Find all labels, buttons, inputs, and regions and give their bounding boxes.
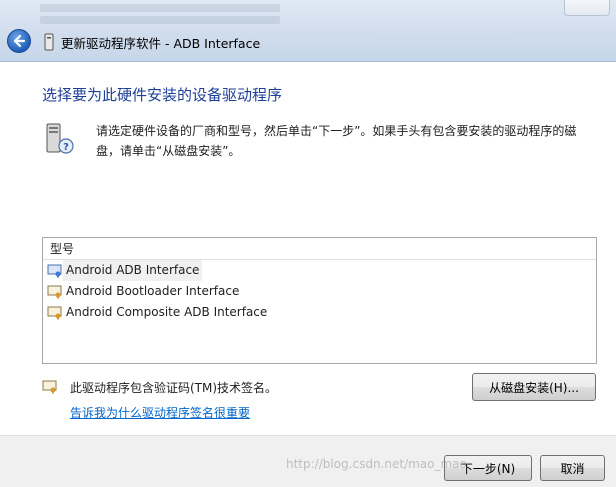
- svg-text:?: ?: [63, 142, 69, 153]
- instruction-text: 请选定硬件设备的厂商和型号，然后单击“下一步”。如果手头有包含要安装的驱动程序的…: [96, 124, 577, 158]
- model-list[interactable]: 型号 Android ADB Interface Android Bootloa…: [42, 237, 597, 364]
- background-window-ghost: [40, 0, 280, 28]
- cancel-button[interactable]: 取消: [540, 455, 605, 481]
- window-close-corner[interactable]: [564, 0, 610, 16]
- back-button[interactable]: [7, 29, 31, 53]
- list-item[interactable]: Android Composite ADB Interface: [43, 302, 596, 323]
- page-heading: 选择要为此硬件安装的设备驱动程序: [42, 86, 283, 104]
- have-disk-button[interactable]: 从磁盘安装(H)...: [472, 373, 596, 401]
- window-title: 更新驱动程序软件 - ADB Interface: [61, 36, 261, 51]
- signature-certificate-icon: [42, 380, 57, 394]
- driver-certificate-icon: [47, 264, 62, 278]
- signature-status-text: 此驱动程序包含验证码(TM)技术签名。: [70, 381, 278, 395]
- driver-certificate-icon: [47, 285, 62, 299]
- hardware-device-icon: ?: [46, 123, 74, 154]
- next-button[interactable]: 下一步(N): [444, 455, 532, 481]
- list-item[interactable]: Android Bootloader Interface: [43, 281, 596, 302]
- list-item-label: Android Bootloader Interface: [66, 284, 240, 298]
- driver-certificate-icon: [47, 306, 62, 320]
- device-tower-icon: [44, 33, 54, 51]
- footer-bar: 下一步(N) 取消: [0, 435, 616, 487]
- list-column-header[interactable]: 型号: [43, 238, 596, 260]
- list-item[interactable]: Android ADB Interface: [43, 260, 596, 281]
- back-arrow-icon: [13, 34, 26, 48]
- window-header: 更新驱动程序软件 - ADB Interface: [0, 0, 616, 62]
- list-item-label: Android ADB Interface: [63, 260, 203, 281]
- list-item-label: Android Composite ADB Interface: [66, 305, 268, 319]
- why-signing-link[interactable]: 告诉我为什么驱动程序签名很重要: [70, 404, 250, 421]
